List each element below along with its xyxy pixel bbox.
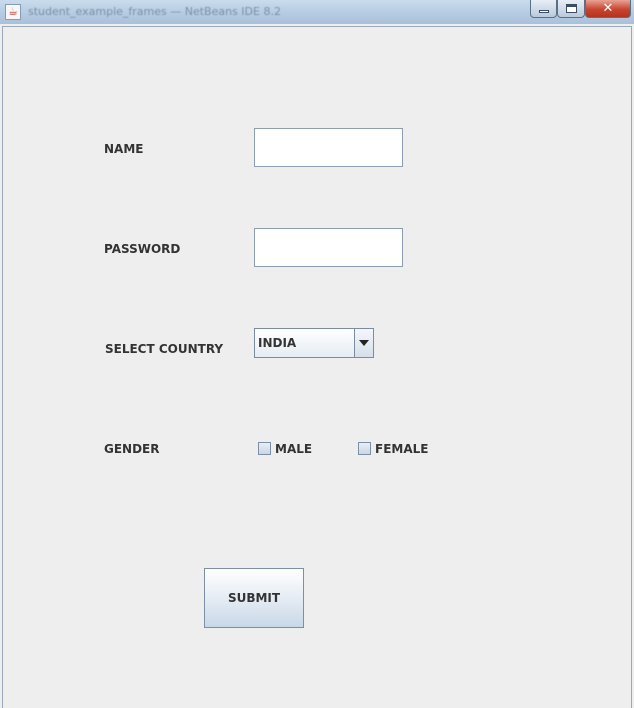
chevron-down-icon[interactable] [354, 329, 373, 357]
minimize-button[interactable] [530, 0, 557, 18]
close-button[interactable]: ✕ [585, 0, 631, 18]
name-label: NAME [104, 142, 144, 156]
male-checkbox[interactable] [258, 442, 271, 455]
country-select[interactable]: INDIA [254, 328, 374, 358]
country-label: SELECT COUNTRY [105, 342, 224, 356]
java-cup-icon: ☕ [5, 4, 21, 20]
female-checkbox[interactable] [358, 442, 371, 455]
female-label[interactable]: FEMALE [375, 442, 428, 456]
male-label[interactable]: MALE [275, 442, 312, 456]
country-selected-value: INDIA [258, 336, 297, 350]
gender-label: GENDER [104, 442, 160, 456]
close-icon: ✕ [602, 1, 614, 16]
maximize-button[interactable] [557, 0, 585, 18]
minimize-icon [539, 10, 549, 13]
window-titlebar[interactable]: ☕ student_example_frames — NetBeans IDE … [0, 0, 634, 24]
password-label: PASSWORD [104, 242, 181, 256]
maximize-icon [566, 4, 577, 13]
password-input[interactable] [254, 228, 403, 267]
submit-button[interactable]: SUBMIT [204, 568, 304, 628]
window-title: student_example_frames — NetBeans IDE 8.… [28, 5, 281, 18]
name-input[interactable] [254, 128, 403, 167]
